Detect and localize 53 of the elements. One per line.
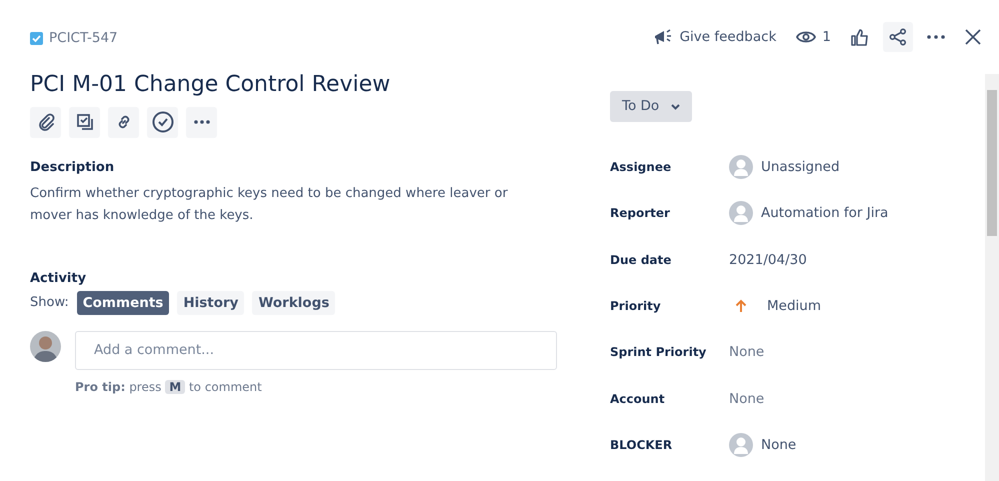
field-label: Sprint Priority bbox=[610, 344, 708, 362]
avatar-icon bbox=[729, 432, 753, 457]
thumbs-up-icon bbox=[851, 28, 869, 46]
link-button[interactable] bbox=[108, 106, 139, 138]
status-dropdown[interactable]: To Do bbox=[610, 91, 692, 122]
scrollbar[interactable] bbox=[985, 74, 999, 481]
share-icon bbox=[889, 28, 907, 46]
user-avatar bbox=[30, 330, 61, 362]
watch-button[interactable]: 1 bbox=[790, 22, 837, 52]
close-icon bbox=[965, 29, 981, 45]
field-label: BLOCKER bbox=[610, 436, 674, 454]
eye-icon bbox=[796, 30, 816, 44]
more-button[interactable] bbox=[186, 106, 217, 138]
field-value[interactable]: None bbox=[729, 342, 764, 362]
attach-button[interactable] bbox=[30, 106, 61, 138]
field-value[interactable]: Medium bbox=[767, 296, 821, 316]
field-label: Due date bbox=[610, 252, 672, 269]
checklist-icon bbox=[76, 113, 94, 132]
comment-field[interactable]: Add a comment... bbox=[75, 330, 557, 370]
description-text: Confirm whether cryptographic keys need to be changed where leaver or mover has knowledge of the keys. bbox=[30, 185, 509, 226]
field-label: Priority bbox=[610, 298, 662, 316]
field-label: Assignee bbox=[610, 159, 672, 176]
avatar-icon bbox=[729, 155, 753, 180]
megaphone-icon bbox=[654, 28, 674, 46]
filter-tab[interactable]: Comments bbox=[76, 290, 170, 315]
section-heading: Activity bbox=[30, 270, 88, 288]
avatar-icon bbox=[729, 201, 753, 226]
checkbox-icon bbox=[30, 32, 43, 45]
field-value[interactable]: Automation for Jira bbox=[761, 203, 888, 224]
field-label: Account bbox=[610, 390, 666, 408]
more-icon bbox=[194, 120, 210, 124]
share-button[interactable] bbox=[883, 22, 913, 52]
field-value[interactable]: None bbox=[729, 388, 764, 409]
field-value[interactable]: None bbox=[761, 434, 796, 456]
issue-key[interactable]: PCICT-547 bbox=[49, 28, 118, 48]
feedback-button[interactable]: Give feedback bbox=[648, 22, 782, 52]
field-value[interactable]: Unassigned bbox=[761, 157, 840, 178]
chevron-down-icon bbox=[671, 104, 680, 110]
filter-tab[interactable]: Worklogs bbox=[252, 290, 336, 315]
paperclip-icon bbox=[36, 113, 54, 132]
field-value[interactable]: 2021/04/30 bbox=[729, 250, 807, 270]
more-icon bbox=[927, 35, 945, 39]
subtask-button[interactable] bbox=[69, 106, 100, 138]
approve-button[interactable] bbox=[147, 106, 178, 138]
issue-title: PCI M-01 Change Control Review bbox=[30, 72, 392, 99]
arrow-up-icon bbox=[735, 299, 747, 314]
scrollbar-thumb[interactable] bbox=[987, 90, 997, 236]
check-circle-icon bbox=[152, 111, 174, 134]
pro-tip-text: Pro tip: press M to comment bbox=[75, 378, 262, 396]
filter-tab[interactable]: History bbox=[177, 290, 244, 315]
field-label: Reporter bbox=[610, 205, 671, 222]
show-label: Show: bbox=[30, 294, 69, 312]
section-heading: Description bbox=[30, 158, 116, 177]
